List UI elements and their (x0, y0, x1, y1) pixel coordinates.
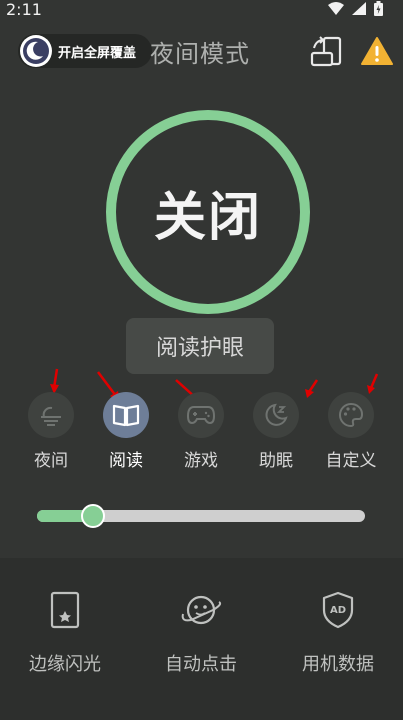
mode-game[interactable]: 游戏 (163, 392, 239, 471)
edge-flash-icon (50, 591, 80, 629)
power-label: 关闭 (153, 187, 262, 248)
gamepad-icon (186, 406, 216, 425)
mode-label: 自定义 (325, 451, 377, 471)
mode-icon-wrap (103, 392, 149, 438)
status-icons (328, 1, 383, 16)
mode-label: 夜间 (34, 451, 68, 471)
mode-sleep[interactable]: 助眠 (238, 392, 314, 471)
mode-selector: 夜间 阅读 游戏 助眠 自定义 (0, 392, 403, 482)
rotate-screen-button[interactable] (310, 36, 344, 72)
tool-auto-click[interactable]: 自动点击 (136, 588, 266, 676)
mode-night[interactable]: 夜间 (13, 392, 89, 471)
tool-label: 用机数据 (302, 654, 374, 675)
tool-usage-data[interactable]: AD 用机数据 (273, 588, 403, 676)
tool-label: 自动点击 (165, 654, 237, 675)
warning-icon (361, 37, 393, 65)
mode-label: 游戏 (184, 451, 218, 471)
mode-reading[interactable]: 阅读 (88, 392, 164, 471)
sunset-icon (41, 406, 61, 426)
wifi-icon (328, 2, 344, 15)
svg-text:AD: AD (330, 605, 346, 616)
moon-sleep-icon (265, 403, 288, 426)
tools-panel: 边缘闪光 自动点击 AD 用机数据 (0, 558, 403, 720)
intensity-slider[interactable] (37, 504, 365, 528)
tool-edge-flash[interactable]: 边缘闪光 (0, 588, 130, 676)
tool-label: 边缘闪光 (29, 654, 101, 675)
mode-icon-wrap (28, 392, 74, 438)
chip-label: 开启全屏覆盖 (58, 45, 137, 61)
status-time: 2:11 (6, 0, 42, 19)
crescent-moon-icon (23, 38, 49, 64)
palette-icon (339, 402, 364, 428)
power-toggle-button[interactable]: 关闭 (106, 110, 310, 314)
battery-icon (374, 1, 383, 16)
fullscreen-overlay-toggle[interactable]: 开启全屏覆盖 (18, 34, 152, 68)
mode-custom[interactable]: 自定义 (313, 392, 389, 471)
ad-shield-icon: AD (322, 591, 354, 629)
book-icon (112, 404, 140, 427)
tool-icon-wrap: AD (273, 588, 403, 632)
auto-click-icon (181, 595, 222, 625)
mode-label: 助眠 (259, 451, 293, 471)
signal-icon (352, 2, 366, 15)
mode-icon-wrap (328, 392, 374, 438)
rotate-screen-icon (310, 36, 342, 67)
tool-icon-wrap (136, 588, 266, 632)
mode-label: 阅读 (109, 451, 143, 471)
status-bar: 2:11 (0, 0, 403, 22)
moon-avatar (20, 35, 52, 67)
page-title: 夜间模式 (150, 40, 250, 68)
warning-button[interactable] (361, 36, 393, 70)
tool-icon-wrap (0, 588, 130, 632)
mode-tooltip: 阅读护眼 (126, 318, 274, 374)
mode-icon-wrap (178, 392, 224, 438)
mode-icon-wrap (253, 392, 299, 438)
slider-thumb[interactable] (80, 504, 105, 528)
